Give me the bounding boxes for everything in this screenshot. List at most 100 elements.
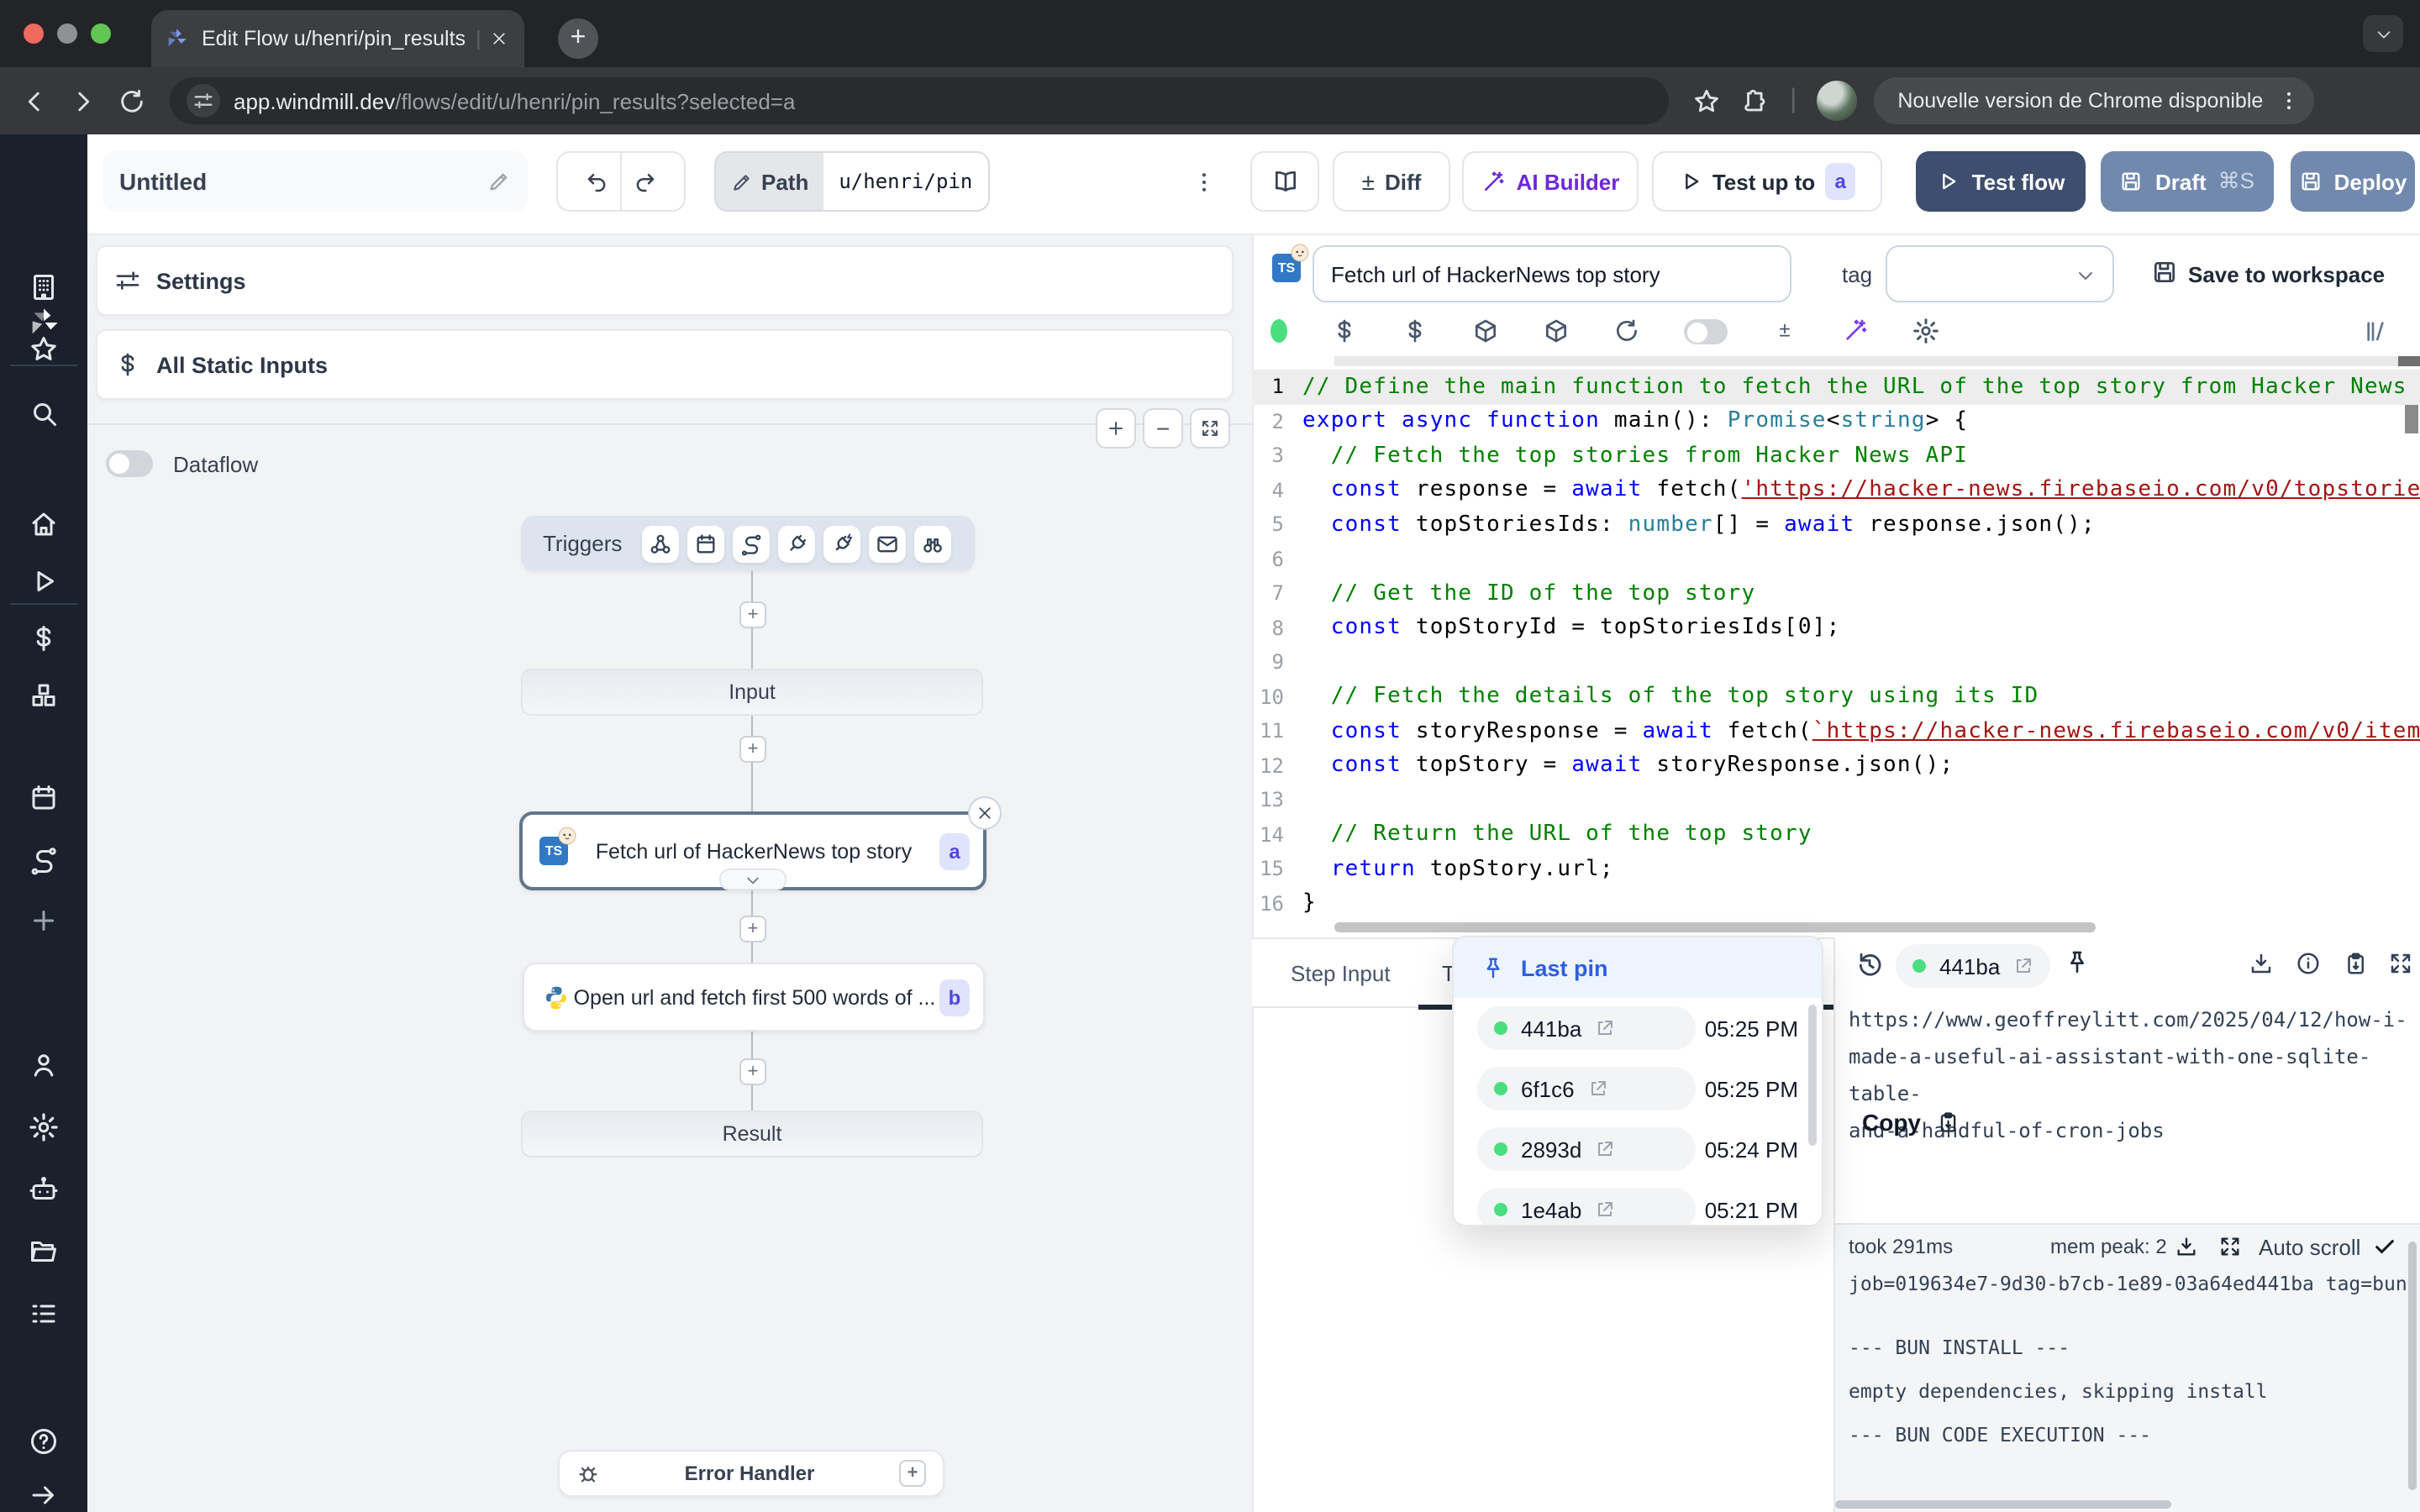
error-handler-node[interactable]: Error Handler + (558, 1450, 944, 1497)
calendar-icon[interactable] (687, 525, 724, 562)
job-id-pill[interactable]: 2893d (1477, 1127, 1696, 1171)
deploy-button[interactable]: Deploy (2291, 151, 2415, 212)
building-icon[interactable] (29, 272, 59, 302)
tab-search-button[interactable] (2363, 15, 2403, 52)
scrollbar-thumb[interactable] (2398, 356, 2420, 366)
tag-select[interactable] (1886, 245, 2114, 302)
collapse-step-button[interactable] (719, 869, 786, 890)
binoculars-icon[interactable] (914, 525, 951, 562)
log-vertical-scrollbar[interactable] (2408, 1242, 2417, 1490)
all-static-inputs-button[interactable]: All Static Inputs (96, 329, 1234, 400)
code-line[interactable]: 5 const topStoriesIds: number[] = await … (1252, 507, 2420, 542)
external-link-icon[interactable] (1595, 1139, 1615, 1159)
code-line[interactable]: 15 return topStory.url; (1252, 852, 2420, 886)
fit-view-button[interactable] (1190, 408, 1230, 449)
code-line[interactable]: 10 // Fetch the details of the top story… (1252, 680, 2420, 714)
step-name-input[interactable]: Fetch url of HackerNews top story (1313, 245, 1791, 302)
help-icon[interactable] (29, 1426, 59, 1457)
input-node[interactable]: Input (521, 669, 983, 716)
person-icon[interactable] (29, 1050, 59, 1080)
pin-menu-item[interactable]: 2893d05:24 PM (1454, 1119, 1822, 1179)
external-link-icon[interactable] (1588, 1079, 1608, 1099)
new-tab-button[interactable]: + (558, 18, 598, 59)
external-link-icon[interactable] (2013, 956, 2033, 976)
library-icon[interactable] (2363, 318, 2390, 344)
gear-icon[interactable] (1912, 318, 1939, 344)
chrome-update-button[interactable]: Nouvelle version de Chrome disponible (1874, 77, 2313, 124)
external-link-icon[interactable] (1595, 1200, 1615, 1220)
back-icon[interactable] (20, 87, 49, 115)
code-line[interactable]: 3 // Fetch the top stories from Hacker N… (1252, 438, 2420, 473)
star-icon[interactable] (29, 334, 59, 365)
plus-minus-icon[interactable]: ± (1771, 318, 1798, 344)
extensions-icon[interactable] (1741, 87, 1770, 115)
plus-icon[interactable] (29, 906, 59, 936)
code-line[interactable]: 11 const storyResponse = await fetch(`ht… (1252, 714, 2420, 748)
result-node[interactable]: Result (521, 1110, 983, 1158)
code-line[interactable]: 8 const topStoryId = topStoriesIds[0]; (1252, 611, 2420, 645)
code-line[interactable]: 2export async function main(): Promise<s… (1252, 404, 2420, 438)
dropdown-scrollbar[interactable] (1808, 1005, 1817, 1146)
pin-menu-item[interactable]: 441ba05:25 PM (1454, 998, 1822, 1058)
address-bar[interactable]: app.windmill.dev/flows/edit/u/henri/pin_… (170, 77, 1669, 124)
code-line[interactable]: 16} (1252, 886, 2420, 921)
job-id-pill[interactable]: 6f1c6 (1477, 1067, 1696, 1110)
browser-menu-icon[interactable] (2276, 89, 2300, 113)
route-icon[interactable] (733, 525, 770, 562)
wand-icon[interactable] (1842, 318, 1869, 344)
add-error-handler-button[interactable]: + (899, 1460, 926, 1487)
editor-top-scrollbar[interactable] (1334, 356, 2398, 366)
copy-button[interactable]: Copy (1862, 1109, 1960, 1136)
package-icon[interactable] (1543, 318, 1570, 344)
avatar[interactable] (1817, 81, 1857, 121)
edit-name-icon[interactable] (487, 170, 511, 193)
dollar-icon[interactable] (1331, 318, 1358, 344)
editor-toggle[interactable] (1684, 318, 1728, 344)
editor-horizontal-scrollbar[interactable] (1334, 922, 2096, 932)
insert-step-button[interactable]: + (739, 916, 766, 942)
zoom-in-button[interactable] (1096, 408, 1136, 449)
code-line[interactable]: 9 (1252, 645, 2420, 680)
job-id-pill[interactable]: 1e4ab (1477, 1188, 1696, 1226)
flow-settings-button[interactable]: Settings (96, 245, 1234, 316)
expand-logs-icon[interactable] (2218, 1235, 2242, 1258)
home-icon[interactable] (29, 509, 59, 539)
window-zoom-button[interactable] (91, 24, 111, 44)
pin-menu-item[interactable]: 1e4ab05:21 PM (1454, 1179, 1822, 1226)
site-info-icon[interactable] (187, 84, 220, 118)
autoscroll-checkbox[interactable] (2373, 1235, 2396, 1258)
robot-icon[interactable] (29, 1174, 59, 1205)
search-icon[interactable] (29, 398, 59, 428)
download-icon[interactable] (2249, 951, 2274, 976)
webhook-icon[interactable] (642, 525, 679, 562)
more-options-button[interactable] (1186, 151, 1220, 212)
code-line[interactable]: 1// Define the main function to fetch th… (1252, 370, 2420, 404)
insert-step-button[interactable]: + (739, 601, 766, 628)
last-pin-option[interactable]: Last pin (1454, 937, 1822, 998)
result-job-pill[interactable]: 441ba (1896, 944, 2050, 988)
ai-builder-button[interactable]: AI Builder (1462, 151, 1639, 212)
dataflow-toggle[interactable] (106, 450, 153, 477)
gear-icon[interactable] (29, 1112, 59, 1142)
dollar-icon[interactable] (29, 623, 59, 654)
pin-menu-item[interactable]: 6f1c605:25 PM (1454, 1058, 1822, 1119)
path-field[interactable]: Path u/henri/pin (714, 151, 990, 212)
redo-icon[interactable] (632, 169, 657, 194)
forward-icon[interactable] (69, 87, 97, 115)
calendar-icon[interactable] (29, 783, 59, 813)
draft-button[interactable]: Draft ⌘S (2101, 151, 2274, 212)
cubes-icon[interactable] (29, 680, 59, 711)
code-line[interactable]: 4 const response = await fetch('https://… (1252, 473, 2420, 507)
list-icon[interactable] (29, 1299, 59, 1329)
log-horizontal-scrollbar[interactable] (1835, 1500, 2171, 1509)
window-close-button[interactable] (24, 24, 44, 44)
arrow-right-icon[interactable] (29, 1480, 59, 1510)
bookmark-icon[interactable] (1692, 87, 1721, 115)
zoom-out-button[interactable]: − (1143, 408, 1183, 449)
window-minimize-button[interactable] (57, 24, 77, 44)
code-line[interactable]: 6 (1252, 542, 2420, 576)
browser-tab[interactable]: Edit Flow u/henri/pin_results | (151, 10, 524, 67)
pin-icon[interactable] (2064, 949, 2091, 976)
refresh-icon[interactable] (1613, 318, 1640, 344)
plug-bolt-icon[interactable] (823, 525, 860, 562)
